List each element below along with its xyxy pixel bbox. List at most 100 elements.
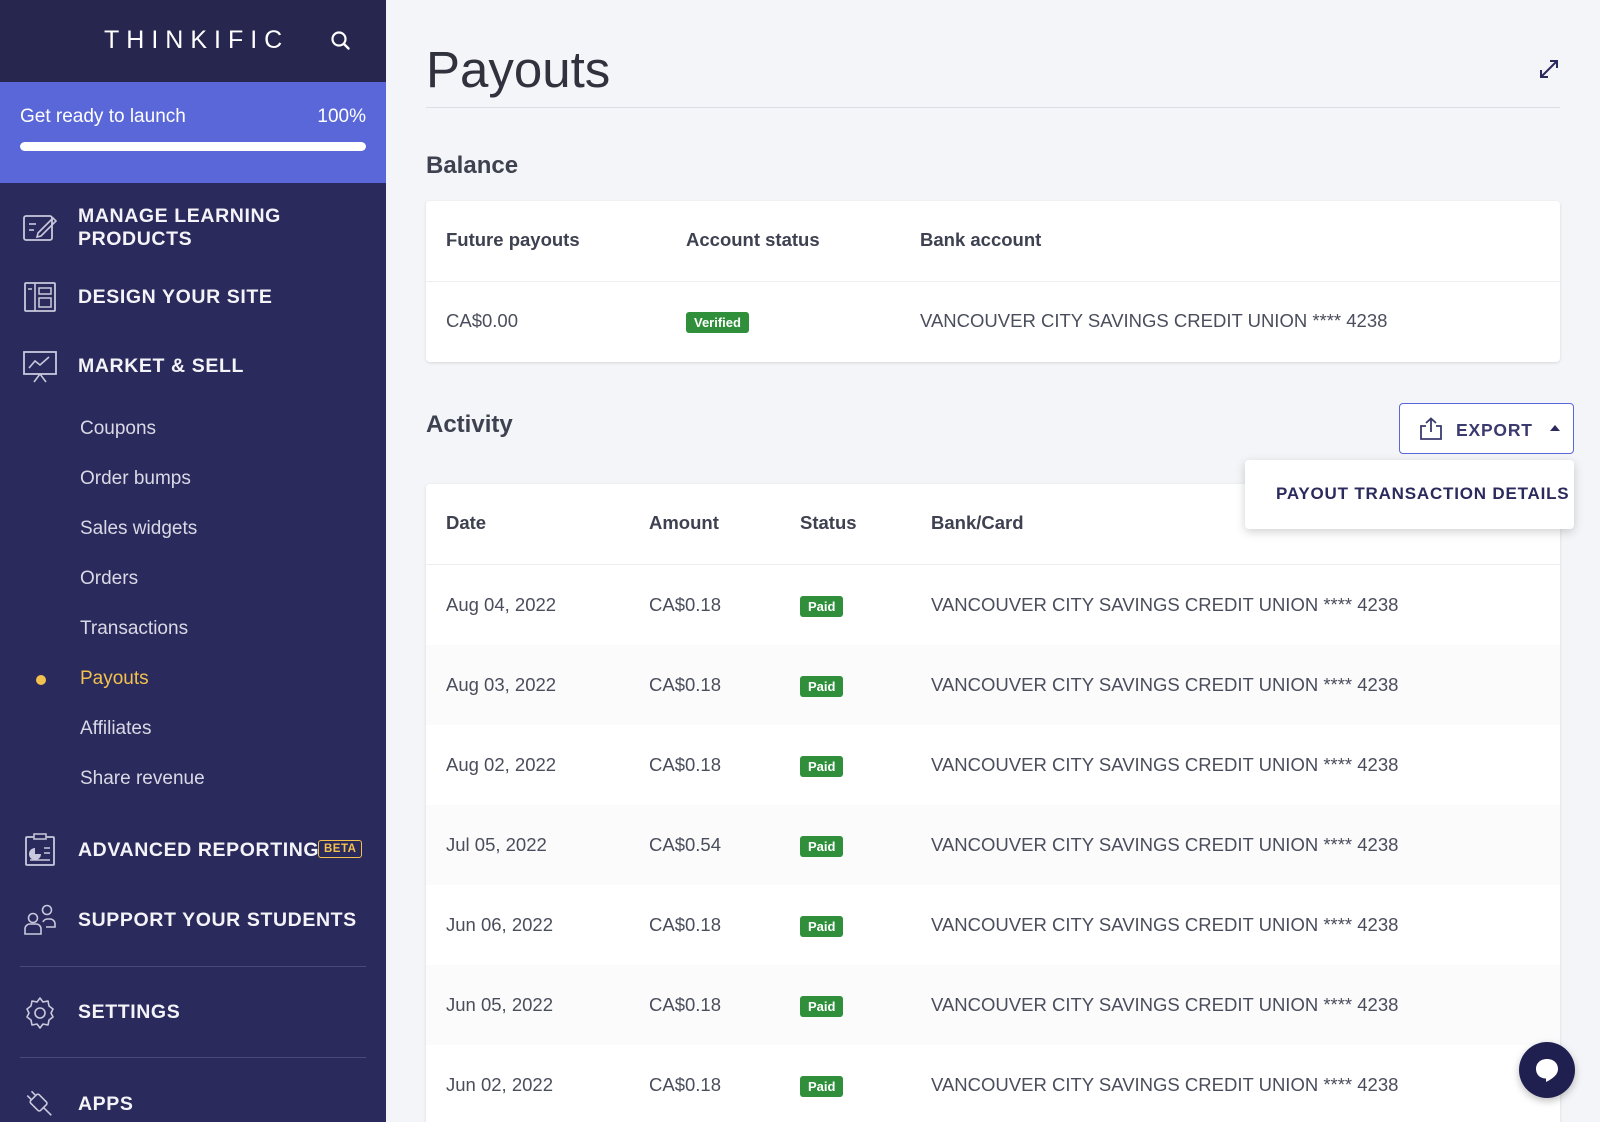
beta-badge: BETA [318,840,363,858]
row-amount: CA$0.18 [649,594,721,615]
sidebar-divider [20,966,366,967]
title-divider [426,107,1560,108]
row-bank: VANCOUVER CITY SAVINGS CREDIT UNION ****… [931,834,1399,855]
row-divider [426,281,1560,282]
launch-percent: 100% [317,106,366,127]
paid-badge: Paid [800,756,844,777]
paid-badge: Paid [800,596,844,617]
paid-badge: Paid [800,996,844,1017]
activity-header-bank-card: Bank/Card [931,512,1024,533]
table-row[interactable]: Aug 04, 2022 CA$0.18 Paid VANCOUVER CITY… [426,565,1560,645]
sub-item-sales-widgets[interactable]: Sales widgets [80,518,197,540]
chat-button[interactable] [1519,1042,1575,1098]
nav-advanced-reporting[interactable]: ADVANCED REPORTING BETA [0,820,386,880]
launch-progress-fill [20,142,366,151]
verified-badge: Verified [686,312,749,333]
sub-item-coupons[interactable]: Coupons [80,418,156,440]
chart-presentation-icon [22,349,58,383]
paid-badge: Paid [800,916,844,937]
row-amount: CA$0.54 [649,834,721,855]
row-date: Aug 02, 2022 [446,754,557,775]
sidebar: THINKIFIC Get ready to launch 100% MANAG… [0,0,386,1122]
row-date: Jul 05, 2022 [446,834,547,855]
balance-header-account-status: Account status [686,229,820,250]
sub-item-share-revenue[interactable]: Share revenue [80,768,205,790]
row-amount: CA$0.18 [649,1074,721,1095]
row-bank: VANCOUVER CITY SAVINGS CREDIT UNION ****… [931,914,1399,935]
table-row[interactable]: Jun 02, 2022 CA$0.18 Paid VANCOUVER CITY… [426,1045,1560,1122]
plug-icon [22,1087,58,1121]
nav-market-and-sell[interactable]: MARKET & SELL [0,336,386,396]
launch-progress-bar [20,142,366,151]
balance-heading: Balance [426,152,519,179]
launch-progress-panel[interactable]: Get ready to launch 100% [0,82,386,183]
brand-bar: THINKIFIC [0,0,386,82]
table-row[interactable]: Jun 05, 2022 CA$0.18 Paid VANCOUVER CITY… [426,965,1560,1045]
balance-header-future-payouts: Future payouts [446,229,580,250]
active-indicator-dot [36,675,46,685]
launch-label: Get ready to launch [20,106,186,127]
bank-account-value: VANCOUVER CITY SAVINGS CREDIT UNION ****… [920,310,1388,331]
export-button[interactable]: EXPORT [1399,403,1574,454]
nav-label: SUPPORT YOUR STUDENTS [78,908,357,931]
paid-badge: Paid [800,676,844,697]
table-row[interactable]: Jun 06, 2022 CA$0.18 Paid VANCOUVER CITY… [426,885,1560,965]
export-label: EXPORT [1456,420,1533,440]
nav-settings[interactable]: SETTINGS [0,982,386,1042]
people-icon [22,903,58,937]
nav-apps[interactable]: APPS [0,1074,386,1122]
report-icon [22,833,58,867]
sub-item-orders[interactable]: Orders [80,568,138,590]
nav-label: MARKET & SELL [78,354,244,377]
row-bank: VANCOUVER CITY SAVINGS CREDIT UNION ****… [931,674,1399,695]
table-row[interactable]: Aug 02, 2022 CA$0.18 Paid VANCOUVER CITY… [426,725,1560,805]
sidebar-divider [20,1057,366,1058]
upload-icon [1418,417,1444,441]
expand-icon[interactable] [1536,56,1562,82]
chat-bubble-icon [1536,1059,1558,1082]
nav-manage-learning-products[interactable]: MANAGE LEARNING PRODUCTS [0,198,386,258]
nav-support-your-students[interactable]: SUPPORT YOUR STUDENTS [0,890,386,950]
main-content: Payouts Balance Future payouts Account s… [386,0,1600,1122]
export-dropdown-menu: PAYOUT TRANSACTION DETAILS [1245,460,1574,529]
caret-up-icon [1550,425,1560,431]
future-payouts-value: CA$0.00 [446,310,518,331]
search-icon[interactable] [328,28,354,54]
row-bank: VANCOUVER CITY SAVINGS CREDIT UNION ****… [931,1074,1399,1095]
row-amount: CA$0.18 [649,674,721,695]
gear-icon [22,995,58,1029]
paid-badge: Paid [800,1076,844,1097]
table-row[interactable]: Jul 05, 2022 CA$0.54 Paid VANCOUVER CITY… [426,805,1560,885]
sub-item-affiliates[interactable]: Affiliates [80,718,151,740]
paid-badge: Paid [800,836,844,857]
row-date: Jun 02, 2022 [446,1074,553,1095]
thinkific-logo[interactable]: THINKIFIC [104,26,289,55]
nav-label: DESIGN YOUR SITE [78,285,273,308]
page-title: Payouts [426,41,611,98]
row-date: Aug 04, 2022 [446,594,557,615]
balance-header-bank-account: Bank account [920,229,1042,250]
nav-label: MANAGE LEARNING PRODUCTS [78,205,281,250]
row-bank: VANCOUVER CITY SAVINGS CREDIT UNION ****… [931,594,1399,615]
row-amount: CA$0.18 [649,914,721,935]
row-amount: CA$0.18 [649,754,721,775]
activity-heading: Activity [426,411,513,438]
activity-header-date: Date [446,512,487,533]
nav-label: ADVANCED REPORTING [78,838,320,861]
balance-card: Future payouts Account status Bank accou… [426,201,1560,362]
row-amount: CA$0.18 [649,994,721,1015]
activity-table: Date Amount Status Bank/Card Aug 04, 202… [426,484,1560,1122]
activity-header-status: Status [800,512,857,533]
nav-label: SETTINGS [78,1000,181,1023]
nav-design-your-site[interactable]: DESIGN YOUR SITE [0,267,386,327]
row-date: Jun 06, 2022 [446,914,553,935]
layout-icon [22,280,58,314]
table-row[interactable]: Aug 03, 2022 CA$0.18 Paid VANCOUVER CITY… [426,645,1560,725]
activity-header-amount: Amount [649,512,719,533]
sub-item-order-bumps[interactable]: Order bumps [80,468,191,490]
row-date: Jun 05, 2022 [446,994,553,1015]
menu-item-payout-transaction-details[interactable]: PAYOUT TRANSACTION DETAILS [1245,460,1574,529]
sub-item-payouts[interactable]: Payouts [80,668,149,690]
sub-item-transactions[interactable]: Transactions [80,618,188,640]
row-date: Aug 03, 2022 [446,674,557,695]
